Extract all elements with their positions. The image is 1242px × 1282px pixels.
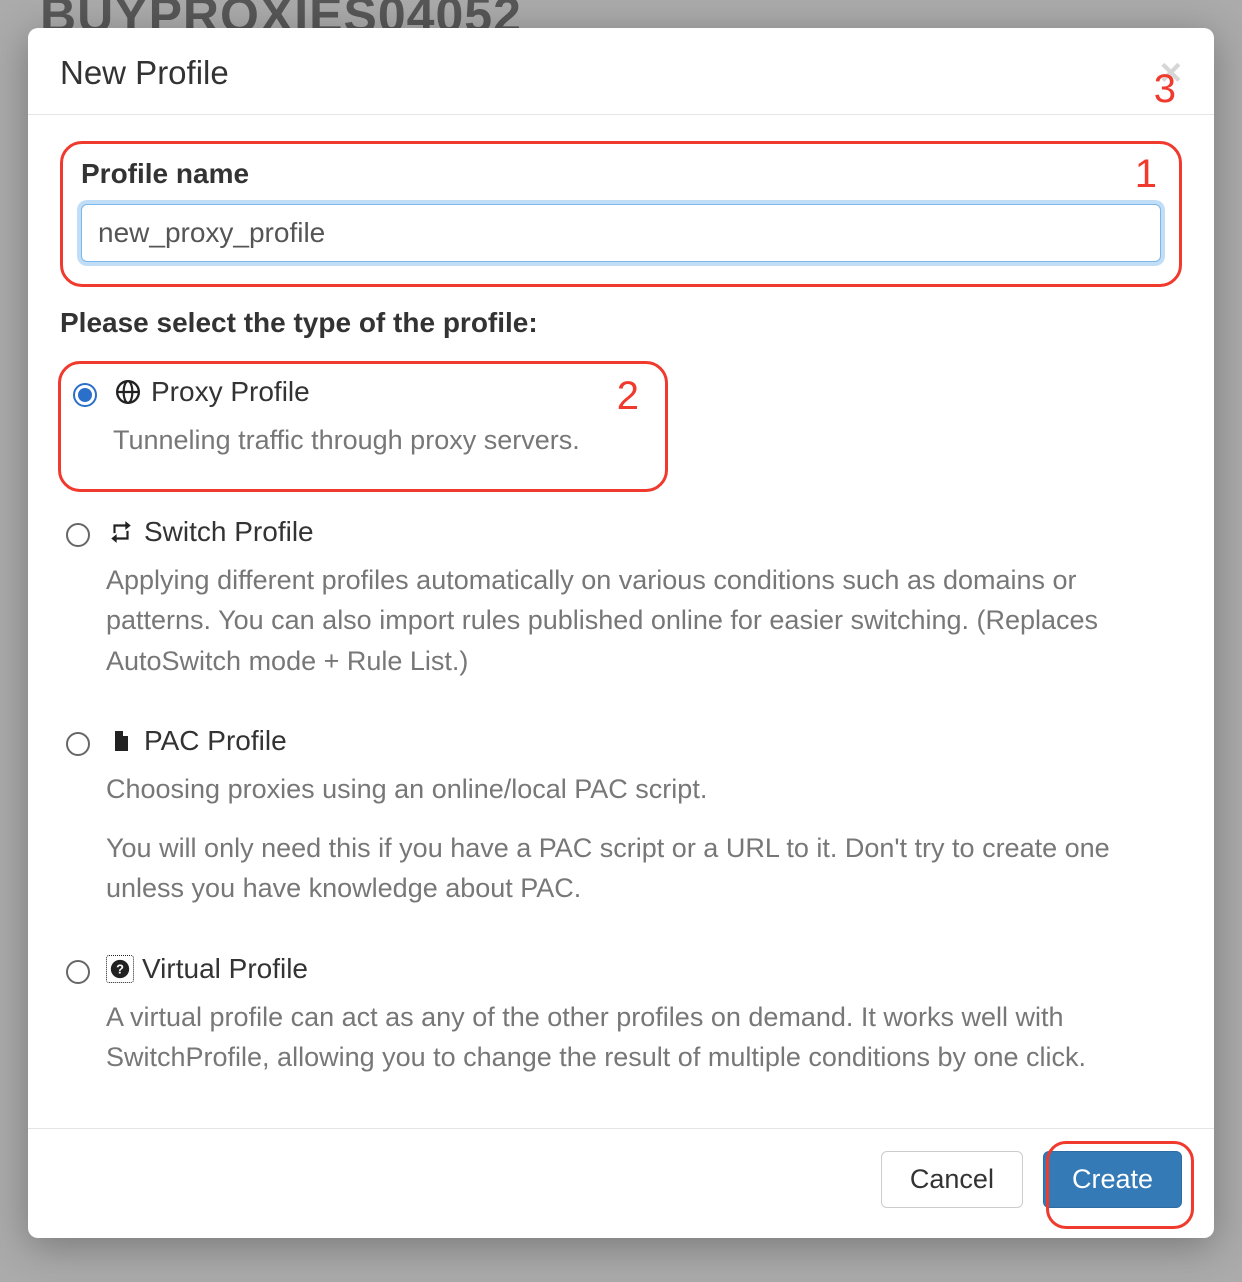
modal-title: New Profile — [60, 54, 229, 92]
option-label: Proxy Profile — [151, 376, 310, 408]
close-button[interactable]: × — [1160, 54, 1182, 92]
profile-name-input[interactable] — [81, 204, 1161, 262]
option-content: Proxy Profile Tunneling traffic through … — [113, 376, 651, 471]
close-icon: × — [1160, 52, 1182, 94]
question-circle-icon: ? — [106, 955, 134, 983]
option-desc: Choosing proxies using an online/local P… — [106, 769, 1182, 810]
modal-header: New Profile × — [28, 28, 1214, 115]
modal-footer: Cancel Create — [28, 1128, 1214, 1238]
option-title-row[interactable]: ? Virtual Profile — [106, 953, 1182, 985]
profile-type-prompt: Please select the type of the profile: — [60, 307, 1182, 339]
profile-name-label: Profile name — [81, 158, 1161, 190]
option-content: ? Virtual Profile A virtual profile can … — [106, 953, 1182, 1088]
cancel-button[interactable]: Cancel — [881, 1151, 1023, 1208]
globe-icon — [113, 377, 143, 407]
option-label: Switch Profile — [144, 516, 314, 548]
option-title-row[interactable]: Proxy Profile — [113, 376, 651, 408]
file-icon — [106, 726, 136, 756]
modal-body: Profile name 1 Please select the type of… — [28, 115, 1214, 1128]
option-desc: A virtual profile can act as any of the … — [106, 997, 1182, 1078]
annotation-marker-1: 1 — [1135, 152, 1157, 197]
option-desc-extra: You will only need this if you have a PA… — [106, 828, 1182, 909]
option-content: Switch Profile Applying different profil… — [106, 516, 1182, 692]
annotation-box-2: Proxy Profile Tunneling traffic through … — [58, 361, 668, 492]
radio-switch-profile[interactable] — [66, 523, 90, 547]
option-label: Virtual Profile — [142, 953, 308, 985]
option-pac-profile[interactable]: PAC Profile Choosing proxies using an on… — [60, 725, 1182, 919]
option-content: PAC Profile Choosing proxies using an on… — [106, 725, 1182, 919]
option-proxy-profile[interactable]: Proxy Profile Tunneling traffic through … — [67, 376, 651, 471]
new-profile-modal: New Profile × Profile name 1 Please sele… — [28, 28, 1214, 1238]
radio-virtual-profile[interactable] — [66, 960, 90, 984]
annotation-marker-2: 2 — [617, 374, 639, 419]
option-virtual-profile[interactable]: ? Virtual Profile A virtual profile can … — [60, 953, 1182, 1088]
annotation-box-1: Profile name 1 — [60, 141, 1182, 287]
option-desc: Tunneling traffic through proxy servers. — [113, 420, 651, 461]
radio-proxy-profile[interactable] — [73, 383, 97, 407]
option-switch-profile[interactable]: Switch Profile Applying different profil… — [60, 516, 1182, 692]
create-button[interactable]: Create — [1043, 1151, 1182, 1208]
option-title-row[interactable]: PAC Profile — [106, 725, 1182, 757]
option-title-row[interactable]: Switch Profile — [106, 516, 1182, 548]
option-label: PAC Profile — [144, 725, 287, 757]
svg-text:?: ? — [116, 961, 124, 976]
option-desc: Applying different profiles automaticall… — [106, 560, 1182, 682]
retweet-icon — [106, 517, 136, 547]
radio-pac-profile[interactable] — [66, 732, 90, 756]
